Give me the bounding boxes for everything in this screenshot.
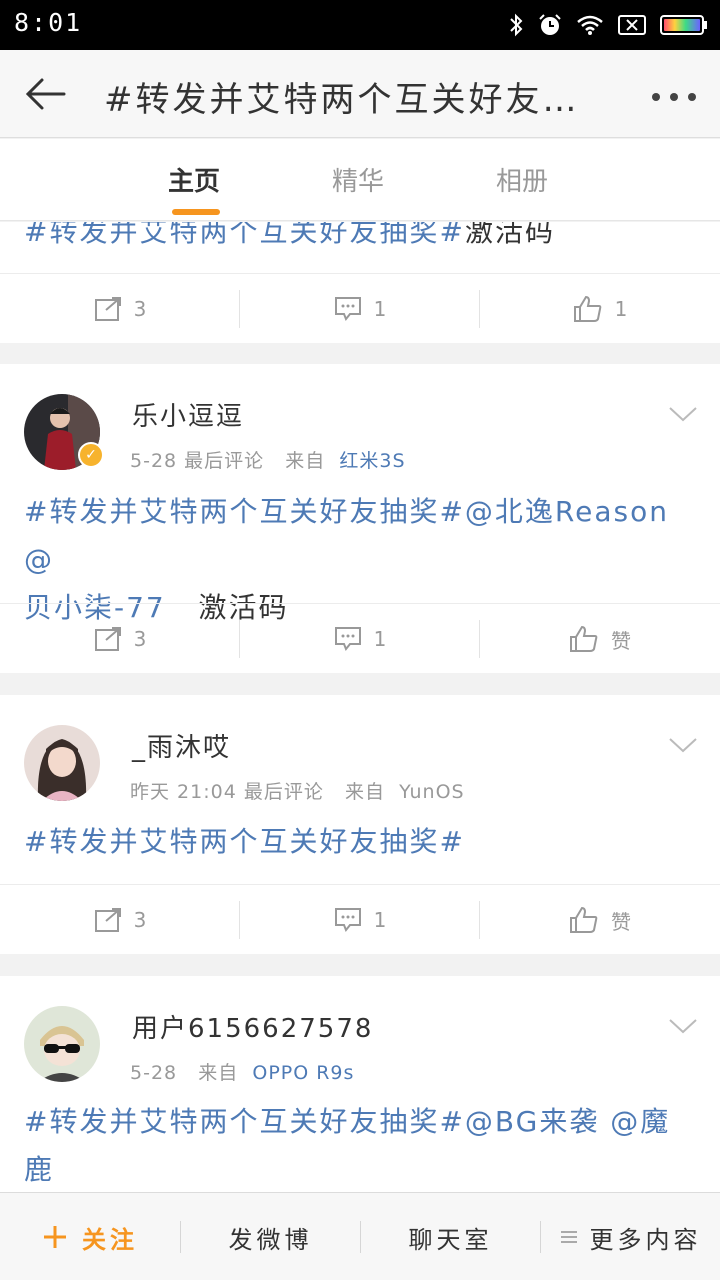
like-button[interactable]: 赞 [480,604,720,674]
comment-count: 1 [373,627,387,651]
chevron-down-icon[interactable] [668,1016,698,1036]
page-title: #转发并艾特两个互关好友… [104,80,580,120]
post-actions: 3 1 1 [0,273,720,343]
post-source[interactable]: 红米3S [339,450,405,472]
post-weibo-button[interactable]: 发微博 [181,1193,360,1280]
avatar[interactable] [24,1006,100,1082]
post-card[interactable]: #转发并艾特两个互关好友抽奖#激活码 3 1 1 [0,222,720,343]
post-topic-link[interactable]: #转发并艾特两个互关好友抽奖# [24,825,465,858]
repost-count: 3 [133,297,147,321]
username[interactable]: 用户6156627578 [132,1008,373,1045]
repost-count: 3 [133,627,147,651]
more-content-button[interactable]: 更多内容 [541,1193,720,1280]
thumbs-up-icon [570,625,598,652]
tab-featured[interactable]: 精华 [332,161,384,198]
chevron-down-icon[interactable] [668,735,698,755]
post-source[interactable]: YunOS [399,781,465,803]
username[interactable]: _雨沐哎 [132,727,231,764]
repost-icon [94,627,121,651]
more-button[interactable] [650,88,698,101]
follow-button[interactable]: 关注 [0,1193,180,1280]
post-card[interactable]: ✓ 乐小逗逗 5-28 最后评论 来自 红米3S #转发并艾特两个互关好友抽奖#… [0,364,720,673]
comment-icon [334,297,361,321]
post-from-label: 来自 [285,450,326,472]
tab-bar: 主页 精华 相册 [0,139,720,221]
post-from-label: 来自 [198,1062,239,1084]
post-source[interactable]: OPPO R9s [252,1062,354,1084]
comment-button[interactable]: 1 [240,604,480,674]
comment-button[interactable]: 1 [240,885,480,955]
post-actions: 3 1 赞 [0,603,720,673]
verified-badge-icon: ✓ [78,442,104,468]
chat-room-label: 聊天室 [408,1225,493,1254]
repost-count: 3 [133,908,147,932]
tab-home[interactable]: 主页 [168,161,220,198]
post-feed[interactable]: #转发并艾特两个互关好友抽奖#激活码 3 1 1 ✓ 乐小逗逗 5-28 最后评… [0,222,720,1192]
post-time: 5-28 [130,1062,178,1084]
post-text: #转发并艾特两个互关好友抽奖#激活码 [24,222,555,256]
alarm-icon [538,13,562,37]
comment-count: 1 [373,297,387,321]
thumbs-up-icon [570,906,598,933]
post-body-text: 激活码 [464,222,555,248]
comment-count: 1 [373,908,387,932]
repost-icon [94,297,121,321]
bluetooth-icon [508,13,524,37]
post-card[interactable]: _雨沐哎 昨天 21:04 最后评论 来自 YunOS #转发并艾特两个互关好友… [0,695,720,954]
back-button[interactable] [22,74,70,114]
post-time: 昨天 21:04 最后评论 [130,781,324,803]
post-actions: 3 1 赞 [0,884,720,954]
top-nav-bar: #转发并艾特两个互关好友… [0,50,720,138]
wifi-icon [576,14,604,36]
plus-icon [44,1226,66,1248]
post-time: 5-28 最后评论 [130,450,265,472]
menu-lines-icon [560,1231,577,1243]
active-tab-indicator [172,209,220,215]
tab-album[interactable]: 相册 [496,161,548,198]
post-meta: 昨天 21:04 最后评论 来自 YunOS [130,777,465,804]
like-button[interactable]: 1 [480,274,720,344]
chat-room-button[interactable]: 聊天室 [361,1193,540,1280]
post-weibo-label: 发微博 [228,1225,313,1254]
battery-icon [660,14,708,36]
status-bar: 8:01 [0,0,720,50]
repost-button[interactable]: 3 [0,604,240,674]
like-count: 1 [614,297,628,321]
comment-button[interactable]: 1 [240,274,480,344]
follow-label: 关注 [82,1225,138,1254]
repost-button[interactable]: 3 [0,274,240,344]
post-text: #转发并艾特两个互关好友抽奖# [24,818,465,866]
status-icons [508,10,708,40]
post-from-label: 来自 [344,781,385,803]
chevron-down-icon[interactable] [668,404,698,424]
comment-icon [334,627,361,651]
post-topic-link[interactable]: #转发并艾特两个互关好友抽奖#@北逸Reason @ [24,495,669,576]
comment-icon [334,908,361,932]
post-card[interactable]: 用户6156627578 5-28 来自 OPPO R9s #转发并艾特两个互关… [0,976,720,1192]
post-meta: 5-28 最后评论 来自 红米3S [130,446,406,473]
more-dots-icon [652,93,696,101]
username[interactable]: 乐小逗逗 [132,396,244,433]
post-topic-link[interactable]: #转发并艾特两个互关好友抽奖# [24,222,465,248]
repost-button[interactable]: 3 [0,885,240,955]
repost-icon [94,908,121,932]
status-time: 8:01 [14,8,83,37]
avatar[interactable] [24,725,100,801]
thumbs-up-icon [573,295,601,322]
post-text: #转发并艾特两个互关好友抽奖#@BG来袭 @魔鹿 飞奔 [24,1098,696,1192]
screen: 8:01 #转发并艾特两个互关好友… 主页 精华 相册 #转发并艾特两个互关好友… [0,0,720,1280]
like-button[interactable]: 赞 [480,885,720,955]
more-content-label: 更多内容 [589,1225,702,1254]
like-label: 赞 [611,628,631,653]
post-meta: 5-28 来自 OPPO R9s [130,1058,354,1085]
post-topic-link[interactable]: #转发并艾特两个互关好友抽奖#@BG来袭 @魔鹿 [24,1105,670,1186]
bottom-bar: 关注 发微博 聊天室 更多内容 [0,1192,720,1280]
back-arrow-icon [25,78,66,110]
like-label: 赞 [611,909,631,934]
sim-x-icon [618,14,646,36]
